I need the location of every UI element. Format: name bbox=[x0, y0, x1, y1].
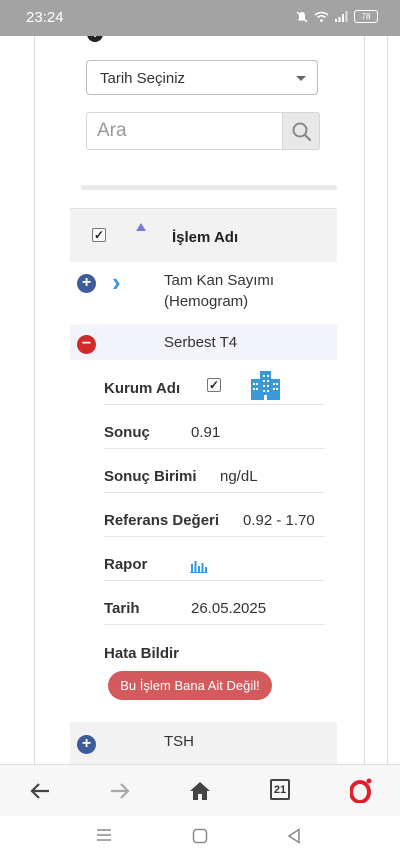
row-name-line2: (Hemogram) bbox=[164, 293, 249, 310]
date-select-label: Tarih Seçiniz bbox=[100, 70, 186, 87]
birim-label: Sonuç Birimi bbox=[104, 468, 197, 485]
chevron-down-icon bbox=[296, 76, 306, 81]
search-group bbox=[86, 112, 320, 150]
table-row[interactable]: + › Tam Kan Sayımı (Hemogram) bbox=[70, 261, 337, 325]
frame-line-left bbox=[34, 36, 35, 764]
calendar-icon[interactable]: 21 bbox=[270, 779, 290, 800]
search-icon bbox=[292, 122, 312, 142]
select-all-checkbox[interactable]: ✓ bbox=[92, 228, 106, 242]
collapse-icon[interactable]: − bbox=[77, 335, 96, 354]
tarih-label: Tarih bbox=[104, 600, 140, 617]
building-icon[interactable] bbox=[250, 370, 281, 400]
expand-icon[interactable]: + bbox=[77, 735, 96, 754]
home-system-icon[interactable] bbox=[192, 828, 208, 844]
row-name: Serbest T4 bbox=[164, 334, 238, 351]
status-time: 23:24 bbox=[26, 9, 64, 26]
mute-icon bbox=[296, 11, 308, 22]
signal-icon bbox=[335, 11, 348, 22]
back-button[interactable] bbox=[15, 765, 65, 817]
detail-referans: Referans Değeri 0.92 - 1.70 bbox=[104, 492, 325, 537]
detail-birim: Sonuç Birimi ng/dL bbox=[104, 448, 325, 493]
status-bar: 23:24 78 bbox=[0, 0, 400, 36]
row-name-line1: Tam Kan Sayımı bbox=[164, 272, 275, 289]
search-input[interactable] bbox=[86, 112, 282, 150]
system-navigation-bar bbox=[0, 816, 400, 866]
row-name: TSH bbox=[164, 733, 194, 750]
hata-label: Hata Bildir bbox=[104, 645, 180, 662]
frame-line-right bbox=[364, 36, 365, 764]
tarih-value: 26.05.2025 bbox=[191, 600, 267, 617]
referans-value: 0.92 - 1.70 bbox=[243, 512, 315, 529]
web-page[interactable]: i Tarih Seçiniz ✓ İşlem Adı + › Tam Kan … bbox=[0, 36, 400, 764]
sonuc-value: 0.91 bbox=[191, 424, 221, 441]
wifi-icon bbox=[314, 11, 329, 22]
recents-icon[interactable] bbox=[96, 828, 112, 842]
sort-up-icon[interactable] bbox=[136, 223, 146, 231]
status-icons: 78 bbox=[296, 10, 378, 23]
kurum-checkbox[interactable]: ✓ bbox=[207, 378, 221, 392]
search-button[interactable] bbox=[282, 112, 320, 150]
detail-kurum: Kurum Adı ✓ bbox=[104, 360, 325, 405]
home-button[interactable] bbox=[175, 765, 225, 817]
table-row[interactable]: + TSH bbox=[70, 722, 337, 764]
horizontal-scrollbar[interactable] bbox=[81, 185, 337, 190]
report-error-button[interactable]: Bu İşlem Bana Ait Değil! bbox=[108, 671, 272, 700]
home-icon bbox=[190, 782, 210, 800]
info-icon[interactable]: i bbox=[87, 36, 103, 42]
birim-value: ng/dL bbox=[220, 468, 258, 485]
table-header: ✓ İşlem Adı bbox=[70, 208, 337, 261]
column-header-islem-adi[interactable]: İşlem Adı bbox=[172, 229, 238, 246]
forward-icon bbox=[111, 783, 130, 799]
rapor-label: Rapor bbox=[104, 556, 148, 573]
back-system-icon[interactable] bbox=[287, 828, 301, 844]
detail-rapor: Rapor bbox=[104, 536, 325, 581]
date-select[interactable]: Tarih Seçiniz bbox=[86, 60, 318, 95]
forward-button[interactable] bbox=[95, 765, 145, 817]
referans-label: Referans Değeri bbox=[104, 512, 220, 529]
battery-icon: 78 bbox=[354, 10, 378, 23]
sonuc-label: Sonuç bbox=[104, 424, 150, 441]
chevron-right-icon[interactable]: › bbox=[112, 269, 121, 295]
frame-line-outer bbox=[387, 36, 388, 764]
table-row[interactable]: − Serbest T4 bbox=[70, 324, 337, 360]
kurum-label: Kurum Adı bbox=[104, 380, 181, 397]
chart-icon[interactable] bbox=[190, 558, 207, 573]
browser-bottom-bar: 21 bbox=[0, 764, 400, 817]
opera-icon[interactable] bbox=[350, 778, 372, 803]
back-icon bbox=[30, 783, 49, 799]
expand-icon[interactable]: + bbox=[77, 274, 96, 293]
detail-sonuc: Sonuç 0.91 bbox=[104, 404, 325, 449]
detail-tarih: Tarih 26.05.2025 bbox=[104, 580, 325, 625]
